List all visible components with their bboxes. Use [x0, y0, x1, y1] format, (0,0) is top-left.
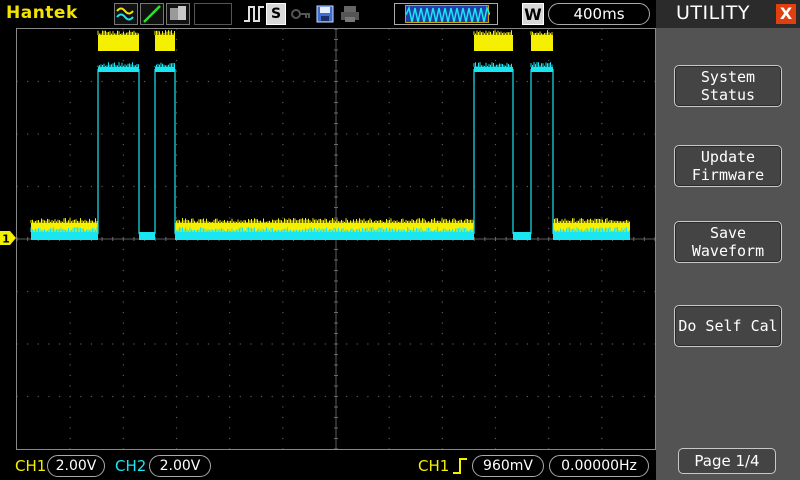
ch1-high-segment-noise [154, 30, 175, 35]
save-waveform-button[interactable]: Save Waveform [674, 221, 782, 263]
rising-edge-icon [452, 457, 468, 479]
update-firmware-button[interactable]: Update Firmware [674, 145, 782, 187]
persist-mode-icon[interactable] [166, 3, 190, 25]
memory-window-fill [405, 5, 491, 23]
ch2-high-segment-noise [473, 62, 512, 67]
waveform-mode-icon[interactable] [114, 3, 138, 25]
ch2-high-segment [474, 67, 513, 72]
run-stop-icon[interactable] [242, 3, 266, 25]
ch2-high-segment-noise [97, 62, 139, 67]
bottom-status-bar: CH1 2.00V CH2 2.00V CH1 960mV 0.00000Hz [0, 452, 656, 480]
ch1-low-segment-noise [174, 218, 474, 223]
ch2-high-segment [531, 67, 553, 72]
ch2-low-segment [553, 232, 630, 240]
ch1-high-segment [474, 35, 513, 51]
ch1-scale[interactable]: 2.00V [47, 455, 105, 477]
key-icon [290, 3, 312, 25]
line-mode-icon[interactable] [140, 3, 164, 25]
ch1-high-segment-noise [97, 30, 139, 35]
top-status-bar: Hantek S W 400ms [0, 0, 656, 28]
ch1-high-segment [155, 35, 175, 51]
timebase-readout[interactable]: 400ms [548, 3, 650, 25]
ch2-scale[interactable]: 2.00V [149, 455, 211, 477]
ch2-high-segment-noise [154, 62, 175, 67]
acquire-mode-icons [114, 3, 190, 25]
ch1-high-segment [98, 35, 139, 51]
memory-window-indicator [394, 3, 498, 25]
brand-logo: Hantek [6, 3, 78, 23]
trigger-level[interactable]: 960mV [472, 455, 544, 477]
ch2-high-segment [98, 67, 139, 72]
ch2-high-segment-noise [530, 62, 553, 67]
ch2-gap-low [139, 232, 155, 240]
ch1-label[interactable]: CH1 [15, 457, 46, 475]
save-icon[interactable] [314, 3, 336, 25]
menu-title-bar: UTILITY X [656, 0, 800, 28]
ch1-high-segment [531, 35, 553, 51]
trigger-frequency: 0.00000Hz [549, 455, 649, 477]
window-badge: W [522, 3, 544, 25]
blank-indicator [194, 3, 232, 25]
ch2-high-segment [155, 67, 175, 72]
single-icon[interactable]: S [266, 3, 286, 25]
ch2-low-segment [31, 232, 98, 240]
ch1-low-segment-noise [30, 218, 98, 223]
waveform-traces [30, 30, 630, 240]
ch2-label[interactable]: CH2 [115, 457, 146, 475]
page-button[interactable]: Page 1/4 [678, 448, 776, 474]
ch1-high-segment-noise [473, 30, 512, 35]
waveform-display[interactable] [16, 28, 656, 450]
self-cal-button[interactable]: Do Self Cal [674, 305, 782, 347]
trigger-source-label[interactable]: CH1 [418, 457, 449, 475]
ch1-ground-marker[interactable]: 1 [0, 230, 16, 246]
close-button[interactable]: X [776, 4, 796, 24]
ch2-low-segment [175, 232, 474, 240]
ch1-high-segment-noise [530, 30, 553, 35]
ch1-marker-label: 1 [2, 233, 10, 246]
print-icon[interactable] [338, 3, 362, 25]
ch2-gap-low [513, 232, 531, 240]
menu-title: UTILITY [676, 2, 751, 24]
ch1-low-segment-noise [552, 218, 630, 223]
system-status-button[interactable]: System Status [674, 65, 782, 107]
utility-menu: UTILITY X System Status Update Firmware … [656, 0, 800, 480]
